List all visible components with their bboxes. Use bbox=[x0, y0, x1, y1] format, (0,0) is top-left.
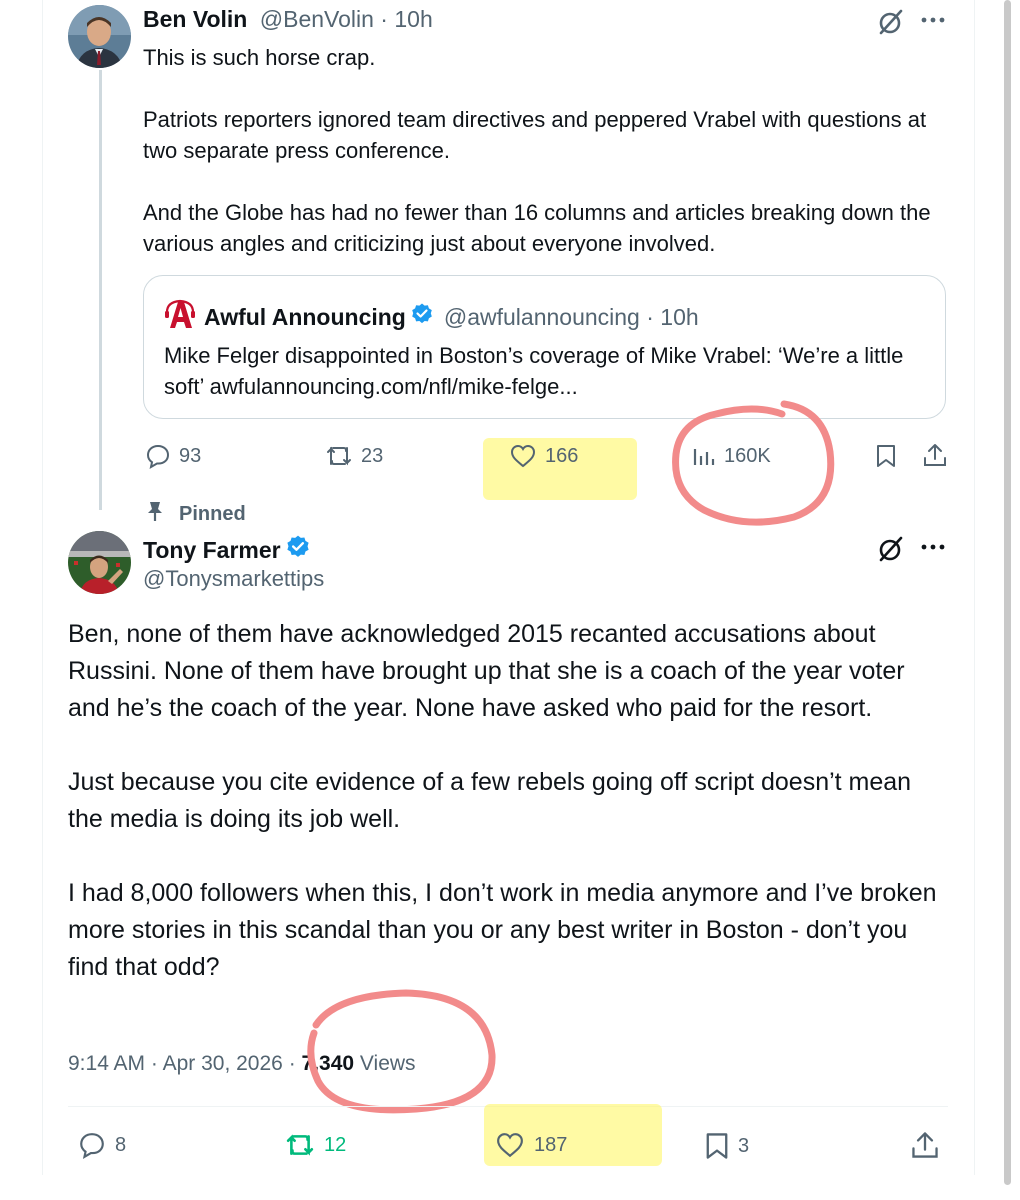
views-icon bbox=[692, 443, 716, 469]
tweet-paragraph: Patriots reporters ignored team directiv… bbox=[143, 107, 927, 163]
pinned-label: Pinned bbox=[179, 502, 246, 525]
repost-count: 23 bbox=[361, 444, 384, 467]
more-icon[interactable] bbox=[920, 539, 946, 560]
avatar-tony-farmer[interactable] bbox=[68, 531, 131, 594]
share-button[interactable] bbox=[922, 442, 948, 468]
timeline-border-left bbox=[42, 0, 43, 1175]
red-circle-annotation-views bbox=[307, 989, 496, 1114]
timeline-border-right bbox=[974, 0, 975, 1175]
views-button[interactable]: 160K bbox=[692, 443, 771, 469]
pinned-indicator: Pinned bbox=[145, 500, 246, 528]
tweet-body: This is such horse crap. Patriots report… bbox=[143, 42, 943, 290]
scrollbar[interactable] bbox=[1004, 0, 1011, 1185]
like-count: 166 bbox=[545, 444, 579, 467]
like-icon bbox=[494, 1131, 526, 1159]
repost-count: 12 bbox=[324, 1133, 347, 1156]
reply-date[interactable]: Apr 30, 2026 bbox=[163, 1052, 283, 1075]
quote-header: Awful Announcing @awfulannouncing · 10h bbox=[164, 298, 699, 336]
tweet-header: Ben Volin @BenVolin · 10h bbox=[143, 6, 433, 32]
reply-icon bbox=[77, 1131, 107, 1159]
share-icon bbox=[922, 442, 948, 468]
reply-icon bbox=[145, 443, 171, 469]
reply-author-name[interactable]: Tony Farmer bbox=[143, 537, 281, 564]
repost-button[interactable]: 23 bbox=[325, 443, 383, 469]
bookmark-count: 3 bbox=[738, 1134, 750, 1157]
reply-button[interactable]: 8 bbox=[77, 1131, 126, 1159]
quote-author-name[interactable]: Awful Announcing bbox=[204, 304, 406, 331]
author-name[interactable]: Ben Volin bbox=[143, 6, 247, 32]
verified-icon bbox=[410, 302, 434, 332]
quote-time[interactable]: 10h bbox=[660, 304, 698, 331]
reply-paragraph: I had 8,000 followers when this, I don’t… bbox=[68, 879, 937, 981]
like-count: 187 bbox=[534, 1133, 568, 1156]
bookmark-icon bbox=[875, 443, 897, 469]
verified-icon bbox=[285, 534, 311, 566]
like-button[interactable]: 166 bbox=[509, 443, 578, 469]
thread-connector-line bbox=[99, 70, 102, 510]
author-handle[interactable]: @BenVolin bbox=[260, 6, 374, 32]
repost-icon bbox=[284, 1131, 316, 1159]
reply-body: Ben, none of them have acknowledged 2015… bbox=[68, 616, 948, 1023]
grok-icon[interactable] bbox=[877, 8, 905, 41]
reply-author-handle[interactable]: @Tonysmarkettips bbox=[143, 566, 324, 592]
like-button[interactable]: 187 bbox=[494, 1131, 567, 1159]
tweet-time[interactable]: 10h bbox=[394, 6, 432, 32]
bookmark-icon bbox=[704, 1131, 730, 1161]
reply-author-row: Tony Farmer bbox=[143, 534, 311, 566]
share-button[interactable] bbox=[910, 1130, 940, 1160]
awful-announcing-logo-icon bbox=[164, 298, 196, 336]
bookmark-button[interactable]: 3 bbox=[704, 1131, 749, 1161]
like-icon bbox=[509, 443, 537, 469]
avatar-ben-volin[interactable] bbox=[68, 5, 131, 68]
reply-paragraph: Just because you cite evidence of a few … bbox=[68, 768, 912, 833]
grok-icon[interactable] bbox=[877, 535, 905, 568]
reply-button[interactable]: 93 bbox=[145, 443, 201, 469]
quote-author-handle[interactable]: @awfulannouncing bbox=[444, 304, 640, 331]
bookmark-button[interactable] bbox=[875, 443, 897, 469]
repost-button[interactable]: 12 bbox=[284, 1131, 346, 1159]
tweet-paragraph: And the Globe has had no fewer than 16 c… bbox=[143, 200, 931, 256]
share-icon bbox=[910, 1130, 940, 1160]
reply-paragraph: Ben, none of them have acknowledged 2015… bbox=[68, 620, 905, 722]
repost-icon bbox=[325, 443, 353, 469]
tweet-paragraph: This is such horse crap. bbox=[143, 45, 376, 70]
pin-icon bbox=[145, 500, 165, 528]
reply-time[interactable]: 9:14 AM bbox=[68, 1052, 145, 1075]
reply-count: 93 bbox=[179, 444, 202, 467]
more-icon[interactable] bbox=[920, 12, 946, 33]
views-count: 160K bbox=[724, 444, 771, 467]
reply-count: 8 bbox=[115, 1133, 127, 1156]
